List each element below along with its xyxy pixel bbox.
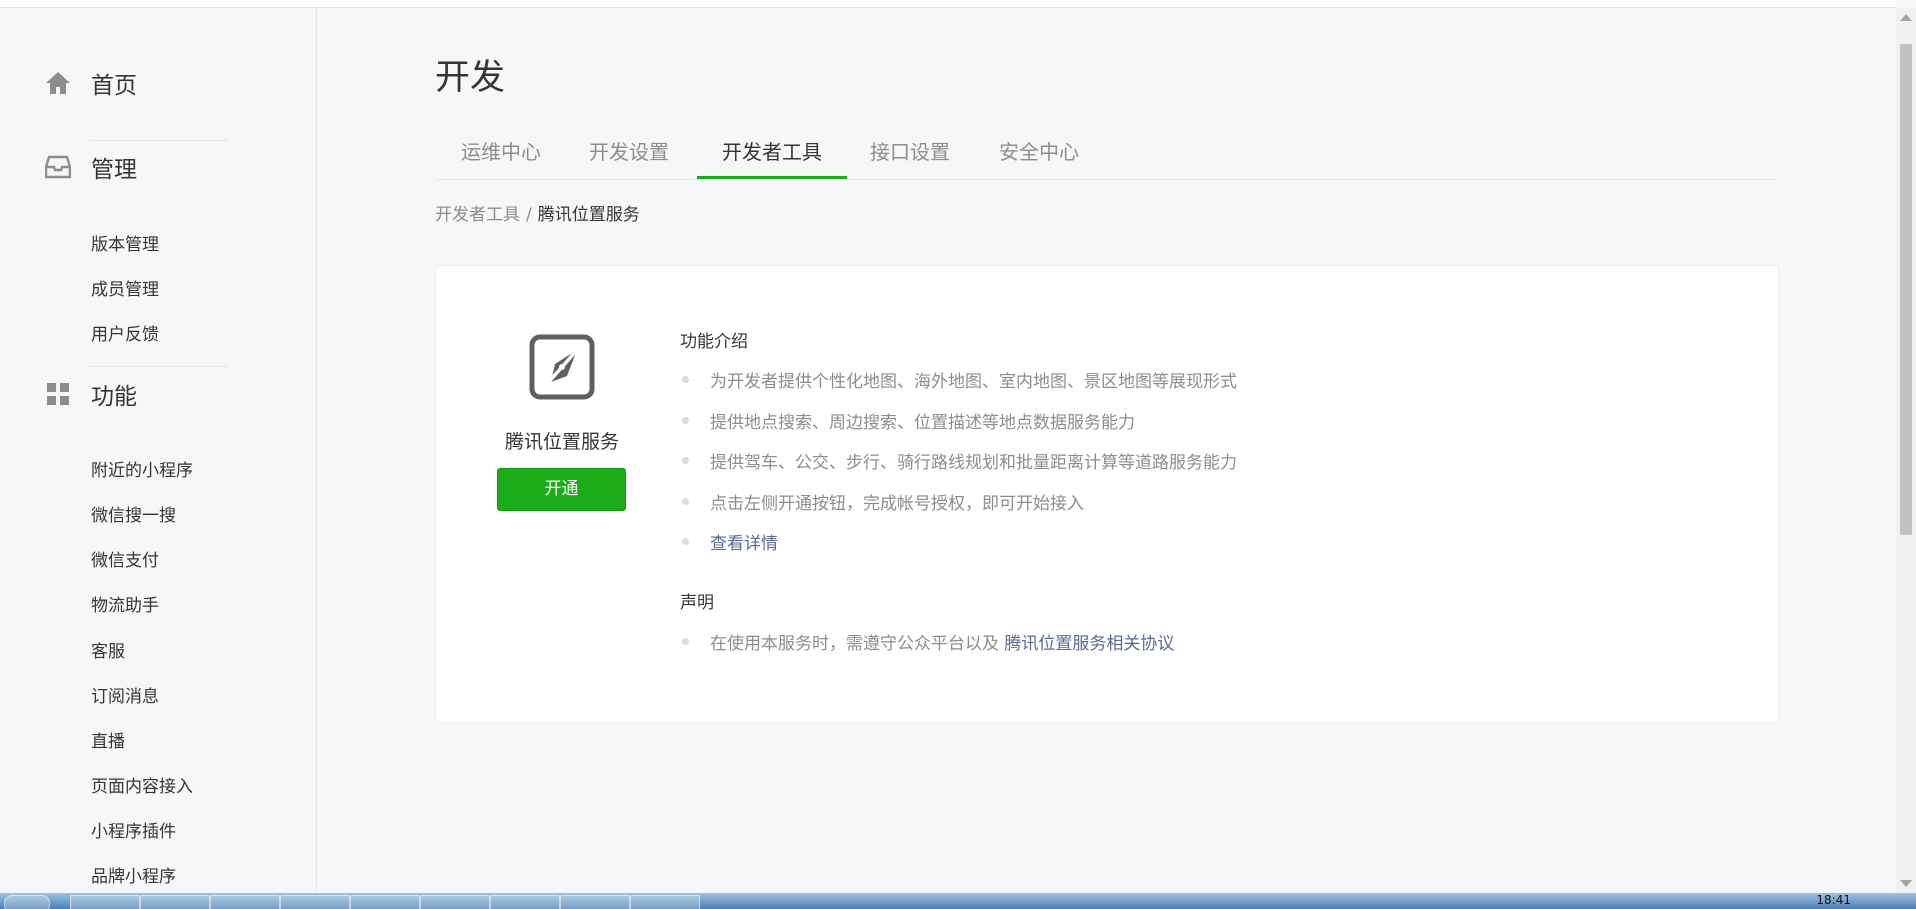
scroll-down-arrow[interactable] (1900, 880, 1912, 887)
tab-ops[interactable]: 运维中心 (461, 132, 541, 179)
sidebar-section-features[interactable]: 功能 (44, 377, 137, 411)
sidebar-item-logistics[interactable]: 物流助手 (91, 596, 159, 616)
page-scrollbar[interactable] (1896, 8, 1916, 893)
taskbar-app[interactable] (630, 895, 700, 909)
list-item: 点击左侧开通按钮，完成帐号授权，即可开始接入 (680, 489, 1084, 514)
sidebar-item-service[interactable]: 客服 (91, 642, 125, 662)
inbox-icon (44, 153, 72, 181)
bullet (682, 417, 689, 424)
sidebar: 首页 管理 版本管理 成员管理 用户反馈 功能 附近的小程序 微信搜一搜 微信支… (0, 8, 317, 893)
intro-heading: 功能介绍 (680, 332, 748, 352)
tab-dev-settings[interactable]: 开发设置 (589, 132, 669, 179)
tab-bar: 运维中心 开发设置 开发者工具 接口设置 安全中心 (435, 132, 1777, 180)
sidebar-item-live[interactable]: 直播 (91, 732, 125, 752)
top-border (0, 0, 1896, 8)
sidebar-home-label: 首页 (91, 73, 137, 99)
sidebar-item-content[interactable]: 页面内容接入 (91, 777, 193, 797)
sidebar-divider (90, 366, 228, 367)
compass-icon (529, 334, 595, 400)
start-button[interactable] (4, 895, 50, 909)
taskbar-app[interactable] (140, 895, 210, 909)
list-item: 提供地点搜索、周边搜索、位置描述等地点数据服务能力 (680, 408, 1135, 433)
sidebar-item-brand[interactable]: 品牌小程序 (91, 867, 176, 887)
bullet (682, 498, 689, 505)
taskbar-app[interactable] (280, 895, 350, 909)
sidebar-section-manage[interactable]: 管理 (44, 150, 137, 184)
sidebar-item-home[interactable]: 首页 (44, 66, 137, 100)
taskbar-clock[interactable]: 18:41 (1816, 893, 1851, 907)
sidebar-item-plugin[interactable]: 小程序插件 (91, 822, 176, 842)
taskbar-app[interactable] (70, 895, 140, 909)
tab-security[interactable]: 安全中心 (999, 132, 1079, 179)
bullet (682, 376, 689, 383)
bullet (682, 538, 689, 545)
bullet (682, 638, 689, 645)
list-item: 在使用本服务时，需遵守公众平台以及 腾讯位置服务相关协议 (680, 629, 1174, 654)
view-details-link[interactable]: 查看详情 (710, 529, 778, 554)
sidebar-item-version[interactable]: 版本管理 (91, 235, 159, 255)
taskbar-app[interactable] (490, 895, 560, 909)
sidebar-manage-label: 管理 (91, 157, 137, 183)
taskbar-app[interactable] (420, 895, 490, 909)
sidebar-item-subscribe[interactable]: 订阅消息 (91, 687, 159, 707)
tab-dev-tools[interactable]: 开发者工具 (697, 132, 847, 179)
list-item: 提供驾车、公交、步行、骑行路线规划和批量距离计算等道路服务能力 (680, 448, 1237, 473)
taskbar-app[interactable] (560, 895, 630, 909)
list-item: 为开发者提供个性化地图、海外地图、室内地图、景区地图等展现形式 (680, 367, 1237, 392)
breadcrumb: 开发者工具 / 腾讯位置服务 (435, 200, 640, 225)
sidebar-features-label: 功能 (91, 384, 137, 410)
agreement-link[interactable]: 腾讯位置服务相关协议 (1004, 629, 1174, 654)
breadcrumb-parent[interactable]: 开发者工具 (435, 205, 520, 225)
grid-icon (44, 380, 72, 408)
sidebar-item-feedback[interactable]: 用户反馈 (91, 325, 159, 345)
scrollbar-thumb[interactable] (1900, 44, 1912, 535)
taskbar-app[interactable] (350, 895, 420, 909)
breadcrumb-current: 腾讯位置服务 (537, 205, 640, 225)
sidebar-divider (90, 140, 228, 141)
tab-api-settings[interactable]: 接口设置 (870, 132, 950, 179)
bullet (682, 457, 689, 464)
breadcrumb-separator: / (526, 205, 532, 225)
service-name: 腾讯位置服务 (504, 431, 619, 453)
taskbar: 18:41 (0, 893, 1916, 909)
home-icon (44, 69, 72, 97)
taskbar-app[interactable] (210, 895, 280, 909)
sidebar-item-search[interactable]: 微信搜一搜 (91, 506, 176, 526)
statement-heading: 声明 (680, 593, 714, 613)
sidebar-item-members[interactable]: 成员管理 (91, 280, 159, 300)
sidebar-item-nearby[interactable]: 附近的小程序 (91, 461, 193, 481)
statement-text: 在使用本服务时，需遵守公众平台以及 (710, 634, 999, 654)
open-service-button[interactable]: 开通 (497, 468, 626, 511)
list-item: 查看详情 (680, 529, 778, 554)
service-card: 腾讯位置服务 开通 功能介绍 为开发者提供个性化地图、海外地图、室内地图、景区地… (435, 265, 1779, 723)
page-title: 开发 (435, 58, 506, 98)
scroll-up-arrow[interactable] (1900, 14, 1912, 21)
sidebar-item-pay[interactable]: 微信支付 (91, 551, 159, 571)
